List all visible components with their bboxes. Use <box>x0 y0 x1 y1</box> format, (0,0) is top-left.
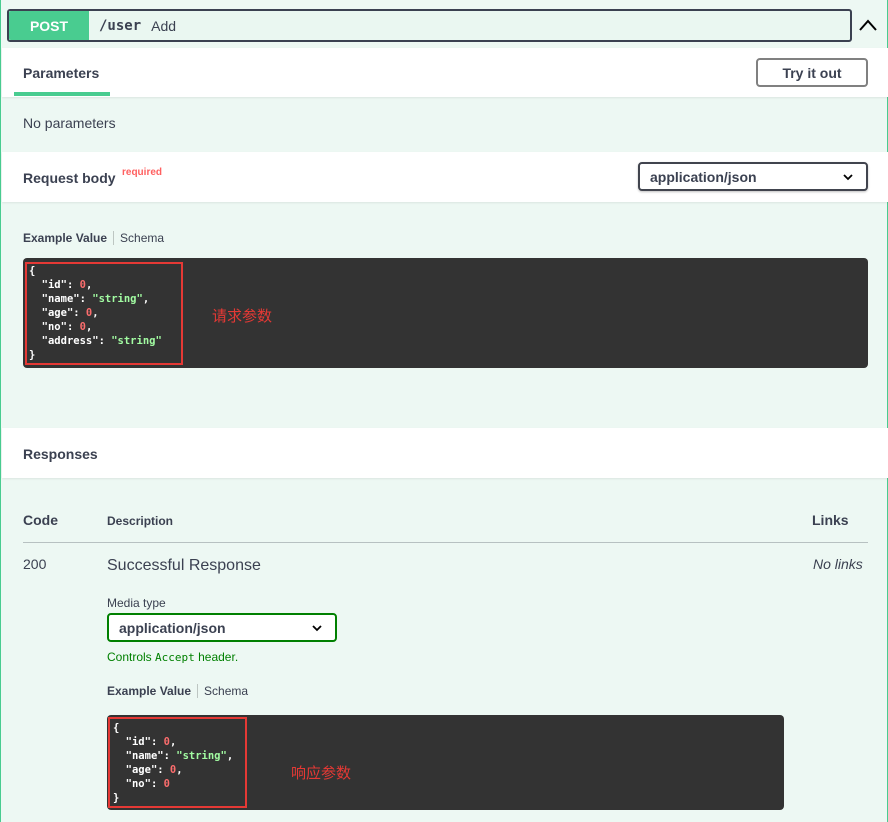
column-code: Code <box>23 512 58 528</box>
response-media-type-value: application/json <box>119 619 226 636</box>
table-header-divider <box>23 542 868 543</box>
chevron-down-icon <box>843 174 853 181</box>
responses-title: Responses <box>23 446 98 462</box>
request-example-code: { "id": 0, "name": "string", "age": 0, "… <box>23 258 868 368</box>
try-it-out-button[interactable]: Try it out <box>756 58 868 87</box>
tab-example-value[interactable]: Example Value <box>23 231 115 245</box>
request-json: { "id": 0, "name": "string", "age": 0, "… <box>29 265 162 361</box>
controls-accept-note: Controls Accept header. <box>107 650 239 664</box>
response-code: 200 <box>23 556 47 572</box>
tab-parameters[interactable]: Parameters <box>23 65 99 81</box>
collapse-button[interactable] <box>853 10 883 40</box>
tab-active-underline <box>14 92 110 96</box>
operation-summary[interactable]: POST /user Add <box>7 9 852 42</box>
required-badge: required <box>122 167 163 178</box>
tab-schema[interactable]: Schema <box>114 231 164 245</box>
request-annotation: 请求参数 <box>212 307 273 325</box>
response-media-type-select[interactable]: application/json <box>107 613 337 642</box>
chevron-up-icon <box>859 19 877 31</box>
response-annotation: 响应参数 <box>291 764 352 782</box>
tab-example-value[interactable]: Example Value <box>107 684 199 698</box>
operation-path: /user <box>99 17 142 34</box>
tab-schema[interactable]: Schema <box>198 684 248 698</box>
response-example-tabs: Example Value Schema <box>107 684 248 698</box>
media-type-label: Media type <box>107 596 166 610</box>
request-example-tabs: Example Value Schema <box>23 231 164 245</box>
response-json: { "id": 0, "name": "string", "age": 0, "… <box>113 722 234 804</box>
parameters-header: Parameters Try it out <box>2 48 888 97</box>
column-links: Links <box>812 512 849 528</box>
operation-summary-text: Add <box>151 17 177 34</box>
no-parameters-text: No parameters <box>23 115 116 131</box>
request-content-type-select[interactable]: application/json <box>638 162 868 191</box>
post-user-opblock: POST /user Add Parameters Try it out No … <box>0 0 888 822</box>
request-content-type-value: application/json <box>650 168 757 185</box>
response-description: Successful Response <box>107 557 261 574</box>
http-method-badge: POST <box>9 11 89 40</box>
column-description: Description <box>107 514 174 528</box>
response-links: No links <box>813 556 863 572</box>
request-body-header: Request body required application/json <box>2 152 888 202</box>
chevron-down-icon <box>312 625 322 632</box>
responses-header: Responses <box>2 428 888 478</box>
request-body-title: Request body <box>23 170 116 186</box>
response-example-code: { "id": 0, "name": "string", "age": 0, "… <box>107 715 784 810</box>
